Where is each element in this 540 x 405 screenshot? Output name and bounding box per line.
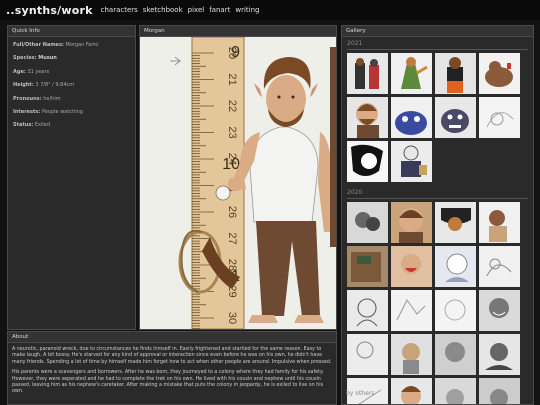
year-label-2020: 2020 [347, 189, 363, 196]
gallery-thumbnail[interactable] [479, 202, 520, 243]
about-paragraph-2: His parents were a scavengers and borrow… [12, 370, 324, 395]
nav-pixel[interactable]: pixel [188, 6, 205, 14]
info-status: Status: Exiled [13, 122, 51, 129]
ruler-number: 23 [226, 126, 238, 138]
year-divider [347, 198, 528, 199]
gallery-thumbnail[interactable] [479, 290, 520, 331]
gallery-thumbnail[interactable] [347, 290, 388, 331]
character-image-header: Morgan [140, 26, 336, 37]
quick-info-list: Full/Other Names: Morgan Farro Species: … [8, 37, 135, 141]
thumbs-2021 [342, 53, 533, 182]
gallery-thumbnail[interactable] [435, 53, 476, 94]
ruler-number: 27 [226, 232, 238, 244]
pants [256, 221, 320, 316]
gallery-thumbnail[interactable] [391, 378, 432, 404]
character-artwork-svg: 2021222324252627282930 91011 [170, 37, 336, 329]
gallery-panel: Gallery 2021 2020 [341, 25, 534, 405]
year-label-2021: 2021 [347, 40, 363, 47]
site-title[interactable]: ..synths/work [6, 4, 93, 17]
about-paragraph-1: A neurotic, paranoid wreck, due to circu… [12, 347, 332, 365]
about-header: About [8, 332, 336, 343]
neighbor-figure [330, 47, 336, 247]
gallery-thumbnail[interactable] [479, 378, 520, 404]
top-bar: ..synths/work characters sketchbook pixe… [0, 0, 540, 20]
feet [248, 315, 324, 323]
info-full-names: Full/Other Names: Morgan Farro [13, 42, 99, 48]
gallery-thumbnail[interactable] [479, 334, 520, 375]
info-interests: Interests: People watching [13, 108, 83, 115]
gallery-header: Gallery [342, 26, 533, 37]
gallery-thumbnail[interactable] [479, 97, 520, 138]
gallery-thumbnail[interactable] [391, 141, 432, 182]
gallery-thumbnail[interactable] [479, 246, 520, 287]
gallery-thumbnail[interactable] [435, 378, 476, 404]
quick-info-panel: Quick Info Full/Other Names: Morgan Farr… [7, 25, 136, 330]
nav-fanart[interactable]: fanart [209, 6, 230, 14]
about-panel: About A neurotic, paranoid wreck, due to… [7, 331, 337, 405]
shirt [249, 126, 319, 223]
gallery-thumbnail[interactable] [435, 246, 476, 287]
ruler-hole [215, 185, 231, 201]
nav-sketchbook[interactable]: sketchbook [143, 6, 183, 14]
gallery-thumbnail[interactable] [347, 97, 388, 138]
ruler-number: 30 [226, 312, 238, 324]
ruler-number: 21 [226, 73, 238, 85]
gallery-thumbnail[interactable] [391, 202, 432, 243]
gallery-thumbnail[interactable] [479, 53, 520, 94]
character-artwork[interactable]: 2021222324252627282930 91011 [140, 37, 336, 329]
ruler-inch-mark: 9 [231, 44, 240, 61]
nav-writing[interactable]: writing [235, 6, 259, 14]
thumbs-2020 [342, 202, 533, 404]
gallery-thumbnail[interactable] [347, 141, 388, 182]
gallery-thumbnail[interactable] [391, 53, 432, 94]
character-image-panel: Morgan 2021222324252627282930 91011 [139, 25, 337, 330]
hand [228, 177, 246, 191]
info-height: Height: 3 7/8" / 9.84cm [13, 82, 75, 89]
ruler-number: 26 [226, 206, 238, 218]
gallery-thumbnail[interactable] [435, 202, 476, 243]
gallery-thumbnail[interactable] [347, 202, 388, 243]
nav-characters[interactable]: characters [101, 6, 138, 14]
year-divider [347, 49, 528, 50]
gallery-thumbnail[interactable] [347, 53, 388, 94]
gallery-thumbnail[interactable] [391, 97, 432, 138]
gallery-thumbnail[interactable] [391, 290, 432, 331]
info-species: Species: Musun [13, 55, 57, 62]
gallery-thumbnail[interactable] [347, 334, 388, 375]
quick-info-header: Quick Info [8, 26, 135, 37]
gallery-thumbnail[interactable] [347, 246, 388, 287]
ruler-number: 22 [226, 100, 238, 112]
arrow-doodle [170, 56, 181, 66]
gallery-thumbnail[interactable] [435, 334, 476, 375]
gallery-thumbnail[interactable] [391, 334, 432, 375]
gallery-thumbnail[interactable] [435, 290, 476, 331]
about-body: A neurotic, paranoid wreck, due to circu… [8, 343, 336, 404]
gallery-thumbnail[interactable] [391, 246, 432, 287]
by-others-label: by others [346, 390, 375, 397]
info-age: Age: 31 years [13, 68, 50, 75]
gallery-thumbnail[interactable] [435, 97, 476, 138]
info-pronouns: Pronouns: he/him [13, 95, 61, 102]
